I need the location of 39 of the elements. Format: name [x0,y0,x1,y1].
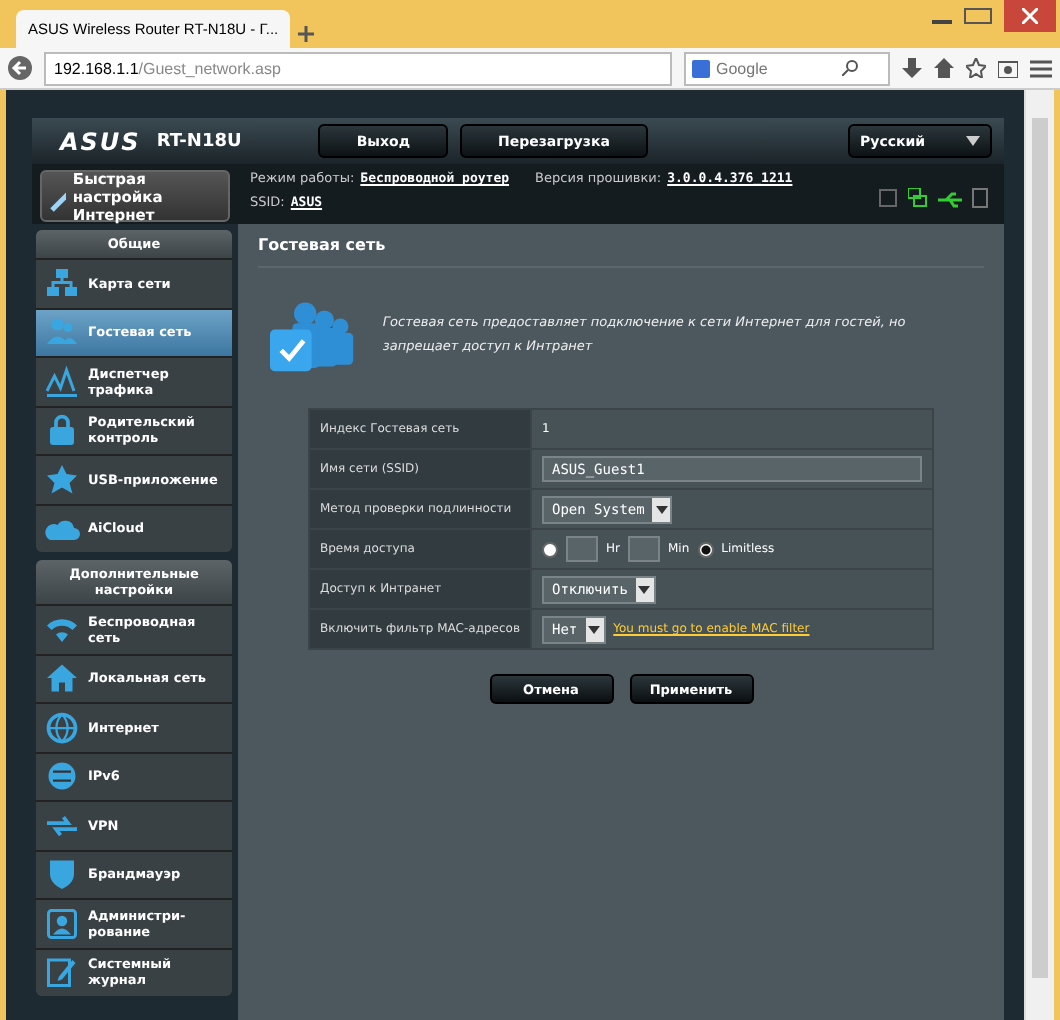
home-icon[interactable] [934,58,954,78]
panel-title: Гостевая сеть [258,236,984,268]
notepad-icon [44,954,80,991]
network-icon [44,265,80,302]
model-name: RT-N18U [156,131,244,151]
radio-button[interactable] [697,541,714,557]
star-icon [44,461,80,498]
download-icon[interactable] [902,58,922,78]
person-icon [44,905,80,942]
document-icon[interactable] [972,188,988,208]
maximize-icon[interactable] [964,8,992,24]
radio-button[interactable] [541,541,558,557]
address-field[interactable]: 192.168.1.1/Guest_network.asp [44,51,672,85]
caret-icon [655,505,668,513]
caret-icon [638,585,651,593]
minutes-field[interactable] [627,536,660,562]
url-text: 192.168.1.1/Guest_network.asp [54,59,281,77]
shield-icon [44,856,80,893]
search-engine-icon [692,59,710,77]
logo: ASUS [60,127,143,155]
star-icon[interactable] [966,58,986,78]
lock-icon [44,412,80,449]
close-button[interactable] [1004,0,1056,32]
new-tab-icon[interactable] [298,26,315,42]
screens-icon[interactable] [908,188,928,208]
close-icon [1022,8,1038,24]
caret-icon [966,136,980,146]
search-icon [842,60,858,76]
chart-icon [44,363,80,400]
hours-field[interactable] [565,536,598,562]
search-field[interactable]: Google [684,51,890,85]
usb-icon[interactable] [938,192,962,208]
menu-icon[interactable] [1030,59,1052,77]
back-icon[interactable] [8,56,32,80]
clients-icon[interactable] [878,188,898,208]
scrollbar-thumb[interactable] [1032,118,1048,978]
house-icon [44,660,80,697]
camera-icon[interactable] [998,58,1018,78]
caret-icon [588,625,601,633]
